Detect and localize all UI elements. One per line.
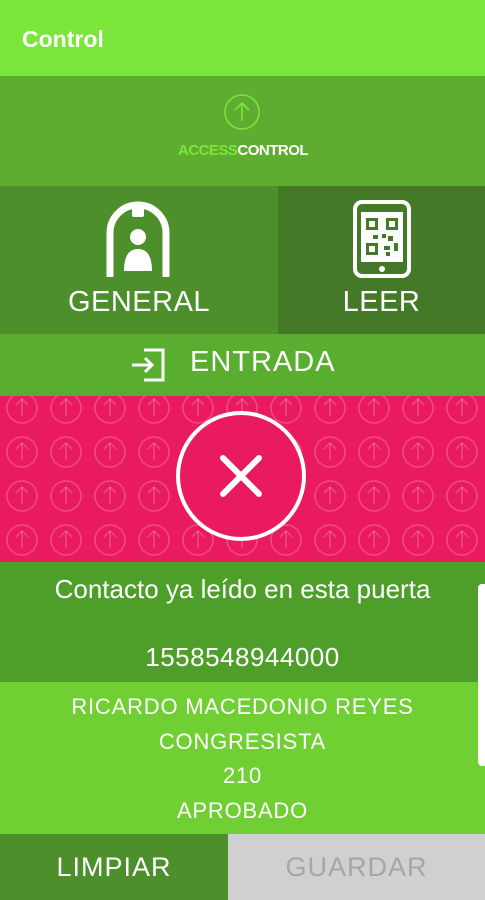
person-scanner-icon (106, 201, 170, 277)
result-message: Contacto ya leído en esta puerta (54, 574, 431, 604)
error-x-icon (176, 411, 306, 541)
logo-arrow-up-icon (224, 94, 260, 130)
read-code: 1558548944000 (145, 642, 340, 672)
logo-text-control: CONTROL (237, 142, 309, 159)
contact-status: APROBADO (176, 798, 309, 823)
scrollbar-thumb[interactable] (478, 584, 485, 766)
login-entry-icon (132, 348, 165, 382)
direction-label: ENTRADA (190, 346, 336, 378)
phone-qr-icon (353, 200, 411, 278)
app-screen: Control ACCESSCONTROL GENERAL LEER ENTRA… (0, 0, 485, 900)
app-title: Control (22, 26, 104, 52)
mode-general-label: GENERAL (67, 286, 211, 318)
top-app-bar: Control (0, 0, 485, 76)
access-control-logo: ACCESSCONTROL (168, 142, 318, 159)
contact-number: 210 (222, 763, 263, 788)
mode-leer-label: LEER (342, 286, 421, 318)
clear-button[interactable]: LIMPIAR (0, 834, 228, 900)
contact-role: CONGRESISTA (158, 729, 327, 754)
save-button[interactable]: GUARDAR (228, 834, 485, 900)
contact-name: RICARDO MACEDONIO REYES (71, 694, 414, 719)
logo-text-access: ACCESS (177, 142, 238, 159)
